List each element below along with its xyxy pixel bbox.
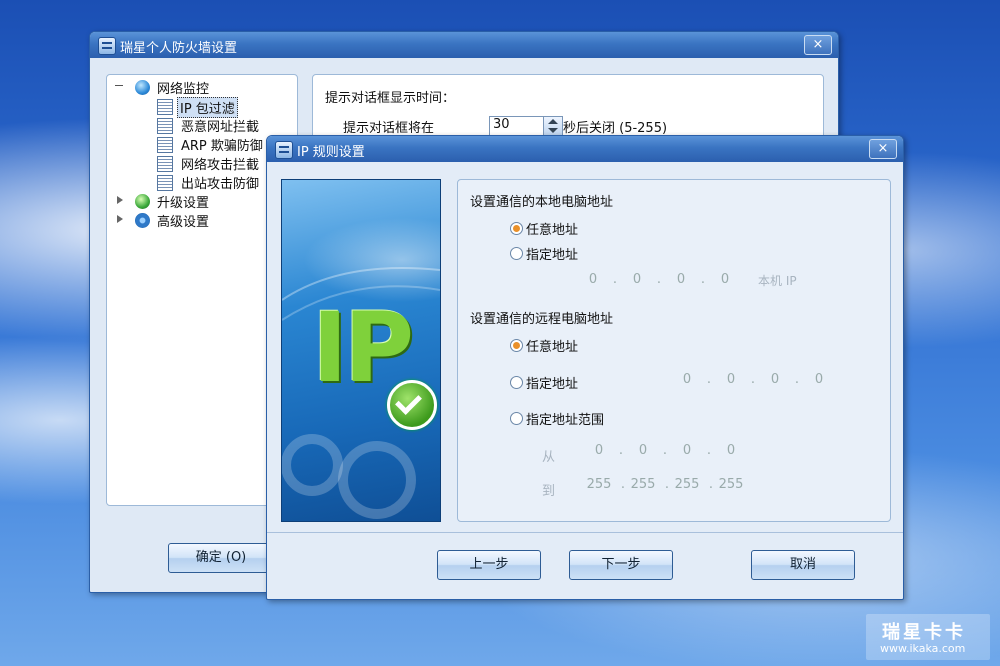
remote-range-radio[interactable]: 指定地址范围 (510, 409, 604, 428)
remote-any-label: 任意地址 (526, 340, 579, 355)
local-specific-label: 指定地址 (526, 248, 579, 263)
seconds-input[interactable]: 30 (489, 116, 544, 136)
remote-specific-radio[interactable]: 指定地址 (510, 373, 578, 392)
prev-button[interactable]: 上一步 (437, 550, 541, 580)
watermark-brand: 瑞星卡卡 (882, 622, 966, 643)
address-settings-panel: 设置通信的本地电脑地址 任意地址 指定地址 0 . 0 . 0 . 0 本机 I… (457, 179, 891, 522)
document-icon (157, 99, 173, 115)
radio-icon (510, 412, 523, 425)
gear-icon (135, 213, 150, 228)
remote-ip-input: 0 . 0 . 0 . 0 (670, 368, 840, 392)
remote-specific-label: 指定地址 (526, 377, 579, 392)
expand-arrow-icon[interactable] (117, 215, 123, 223)
local-any-radio[interactable]: 任意地址 (510, 219, 578, 238)
tree-label-arp: ARP 欺骗防御 (181, 139, 263, 154)
dialog-title-bar[interactable]: IP 规则设置 × (267, 136, 903, 162)
range-to-label: 到 (542, 484, 556, 499)
app-icon (275, 141, 293, 159)
upgrade-check-icon (135, 194, 150, 209)
remote-range-label: 指定地址范围 (526, 413, 605, 428)
tree-label-outbound-attack: 出站攻击防御 (181, 177, 260, 192)
cancel-button[interactable]: 取消 (751, 550, 855, 580)
local-ip-input: 0 . 0 . 0 . 0 (576, 268, 746, 292)
local-any-label: 任意地址 (526, 223, 579, 238)
tree-label-net-attack: 网络攻击拦截 (181, 158, 260, 173)
ip-rule-dialog: IP 规则设置 × IP 设置通信的本地电脑地址 任意地址 指定地址 0 . 0 (266, 135, 904, 600)
local-ip-button: 本机 IP (758, 274, 797, 288)
dialog-title: IP 规则设置 (297, 145, 365, 160)
tree-label-advanced: 高级设置 (157, 215, 210, 230)
checkmark-icon (387, 380, 437, 430)
tree-label-ip-filter: IP 包过滤 (177, 97, 238, 118)
watermark-url: www.ikaka.com (880, 642, 966, 655)
main-title-bar[interactable]: 瑞星个人防火墙设置 × (90, 32, 838, 58)
ok-button[interactable]: 确定 (O) (168, 543, 274, 573)
document-icon (157, 137, 173, 153)
radio-icon (510, 247, 523, 260)
expand-arrow-icon[interactable] (117, 196, 123, 204)
remote-address-heading: 设置通信的远程电脑地址 (470, 312, 614, 327)
tree-label-upgrade: 升级设置 (157, 196, 210, 211)
ip-logo-text: IP (312, 292, 414, 404)
document-icon (157, 175, 173, 191)
tree-label-malicious-url: 恶意网址拦截 (181, 120, 260, 135)
ip-octet: 0 (726, 443, 736, 458)
radio-selected-icon (510, 339, 523, 352)
seconds-spinner[interactable] (543, 116, 563, 137)
remote-any-radio[interactable]: 任意地址 (510, 336, 578, 355)
dialog-time-label: 提示对话框将在 (343, 121, 435, 136)
local-specific-radio[interactable]: 指定地址 (510, 244, 578, 263)
dialog-close-button[interactable]: × (869, 139, 897, 159)
dialog-time-heading: 提示对话框显示时间： (325, 91, 456, 106)
dialog-footer-separator (267, 532, 903, 533)
document-icon (157, 156, 173, 172)
local-address-heading: 设置通信的本地电脑地址 (470, 195, 614, 210)
ip-octet: 255 (718, 477, 744, 492)
ip-octet: 0 (814, 372, 824, 387)
spin-up-icon[interactable] (548, 119, 558, 124)
network-globe-icon (135, 80, 150, 95)
main-window-title: 瑞星个人防火墙设置 (120, 41, 238, 56)
radio-selected-icon (510, 222, 523, 235)
document-icon (157, 118, 173, 134)
app-icon (98, 37, 116, 55)
range-from-label: 从 (542, 450, 556, 465)
next-button[interactable]: 下一步 (569, 550, 673, 580)
radio-icon (510, 376, 523, 389)
ip-banner-image: IP (281, 179, 441, 522)
seconds-suffix: 秒后关闭 (5-255) (563, 121, 668, 136)
rising-kaka-watermark: 瑞星卡卡 www.ikaka.com (866, 614, 990, 660)
main-close-button[interactable]: × (804, 35, 832, 55)
tree-label-network-monitor: 网络监控 (157, 82, 210, 97)
spin-down-icon[interactable] (548, 128, 558, 133)
ip-octet: 0 (720, 272, 730, 287)
range-to-ip-input: 255 . 255 . 255 . 255 (582, 473, 762, 497)
range-from-ip-input: 0 . 0 . 0 . 0 (582, 439, 762, 463)
